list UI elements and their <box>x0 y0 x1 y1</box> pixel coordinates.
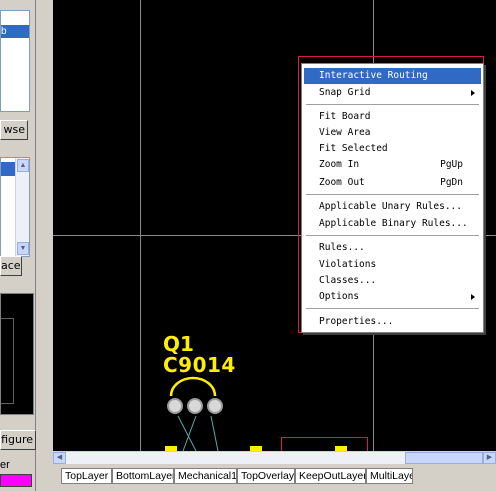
pad[interactable] <box>187 398 203 414</box>
scrollbar-thumb[interactable] <box>405 452 483 464</box>
context-menu: Interactive Routing Snap Grid Fit Board … <box>301 63 484 333</box>
menu-item-binary-rules[interactable]: Applicable Binary Rules... <box>304 216 481 232</box>
submenu-arrow-icon <box>471 294 475 300</box>
panel-list[interactable]: b <box>0 10 30 112</box>
menu-item-label: Zoom Out <box>319 177 365 188</box>
tab-top-overlay[interactable]: TopOverlay <box>237 468 295 484</box>
tab-multi-layer[interactable]: MultiLayer <box>366 468 413 484</box>
mini-viewer-frame <box>1 318 14 404</box>
menu-separator <box>306 194 479 195</box>
submenu-arrow-icon <box>471 90 475 96</box>
panel-list-2-scrollbar[interactable]: ▲ ▼ <box>15 158 29 256</box>
menu-item-unary-rules[interactable]: Applicable Unary Rules... <box>304 199 481 215</box>
scroll-up-icon[interactable]: ▲ <box>17 159 29 172</box>
scroll-left-icon[interactable]: ◀ <box>53 452 66 464</box>
layer-tab-bar: TopLayer BottomLayer Mechanical1 TopOver… <box>53 464 496 491</box>
scroll-down-icon[interactable]: ▼ <box>17 242 29 255</box>
panel-list-2-selected-item[interactable] <box>1 162 15 176</box>
tab-mechanical1[interactable]: Mechanical1 <box>174 468 237 484</box>
menu-item-classes[interactable]: Classes... <box>304 273 481 289</box>
menu-item-label: Options <box>319 291 360 302</box>
menu-item-view-area[interactable]: View Area <box>304 125 481 141</box>
menu-item-options[interactable]: Options <box>304 289 481 305</box>
ratsnest-line <box>182 415 197 451</box>
panel-list-2[interactable]: ▲ ▼ <box>0 157 30 257</box>
footprint-outline <box>169 376 217 397</box>
scroll-right-icon[interactable]: ▶ <box>483 452 496 464</box>
menu-item-shortcut: PgUp <box>440 159 463 170</box>
tab-bottom-layer[interactable]: BottomLayer <box>112 468 174 484</box>
menu-item-label: Zoom In <box>319 159 360 170</box>
left-panel: b wse ▲ ▼ ace figure er <box>0 0 36 491</box>
replace-button[interactable]: ace <box>0 256 22 276</box>
menu-separator <box>306 308 479 309</box>
panel-list-selected-item[interactable]: b <box>1 25 29 38</box>
menu-item-zoom-in[interactable]: Zoom In PgUp <box>304 157 481 173</box>
menu-item-fit-selected[interactable]: Fit Selected <box>304 141 481 157</box>
menu-item-zoom-out[interactable]: Zoom Out PgDn <box>304 175 481 191</box>
pad[interactable] <box>167 398 183 414</box>
ratsnest-line <box>210 415 219 451</box>
layer-label: er <box>0 459 10 471</box>
menu-item-snap-grid[interactable]: Snap Grid <box>304 85 481 101</box>
menu-item-properties[interactable]: Properties... <box>304 314 481 330</box>
menu-item-fit-board[interactable]: Fit Board <box>304 109 481 125</box>
menu-item-label: Snap Grid <box>319 87 371 98</box>
layer-color-swatch[interactable] <box>0 474 32 487</box>
mini-viewer[interactable] <box>0 293 34 415</box>
menu-separator <box>306 104 479 105</box>
menu-item-violations[interactable]: Violations <box>304 257 481 273</box>
ratsnest-line <box>177 415 197 451</box>
menu-item-interactive-routing[interactable]: Interactive Routing <box>304 68 481 84</box>
configure-button[interactable]: figure <box>0 430 36 450</box>
menu-item-shortcut: PgDn <box>440 177 463 188</box>
menu-item-rules[interactable]: Rules... <box>304 240 481 256</box>
menu-separator <box>306 235 479 236</box>
browse-button[interactable]: wse <box>0 120 28 140</box>
tab-top-layer[interactable]: TopLayer <box>61 468 112 484</box>
pad[interactable] <box>207 398 223 414</box>
tab-keepout-layer[interactable]: KeepOutLayer <box>295 468 366 484</box>
horizontal-scrollbar[interactable]: ◀ ▶ <box>53 451 496 464</box>
